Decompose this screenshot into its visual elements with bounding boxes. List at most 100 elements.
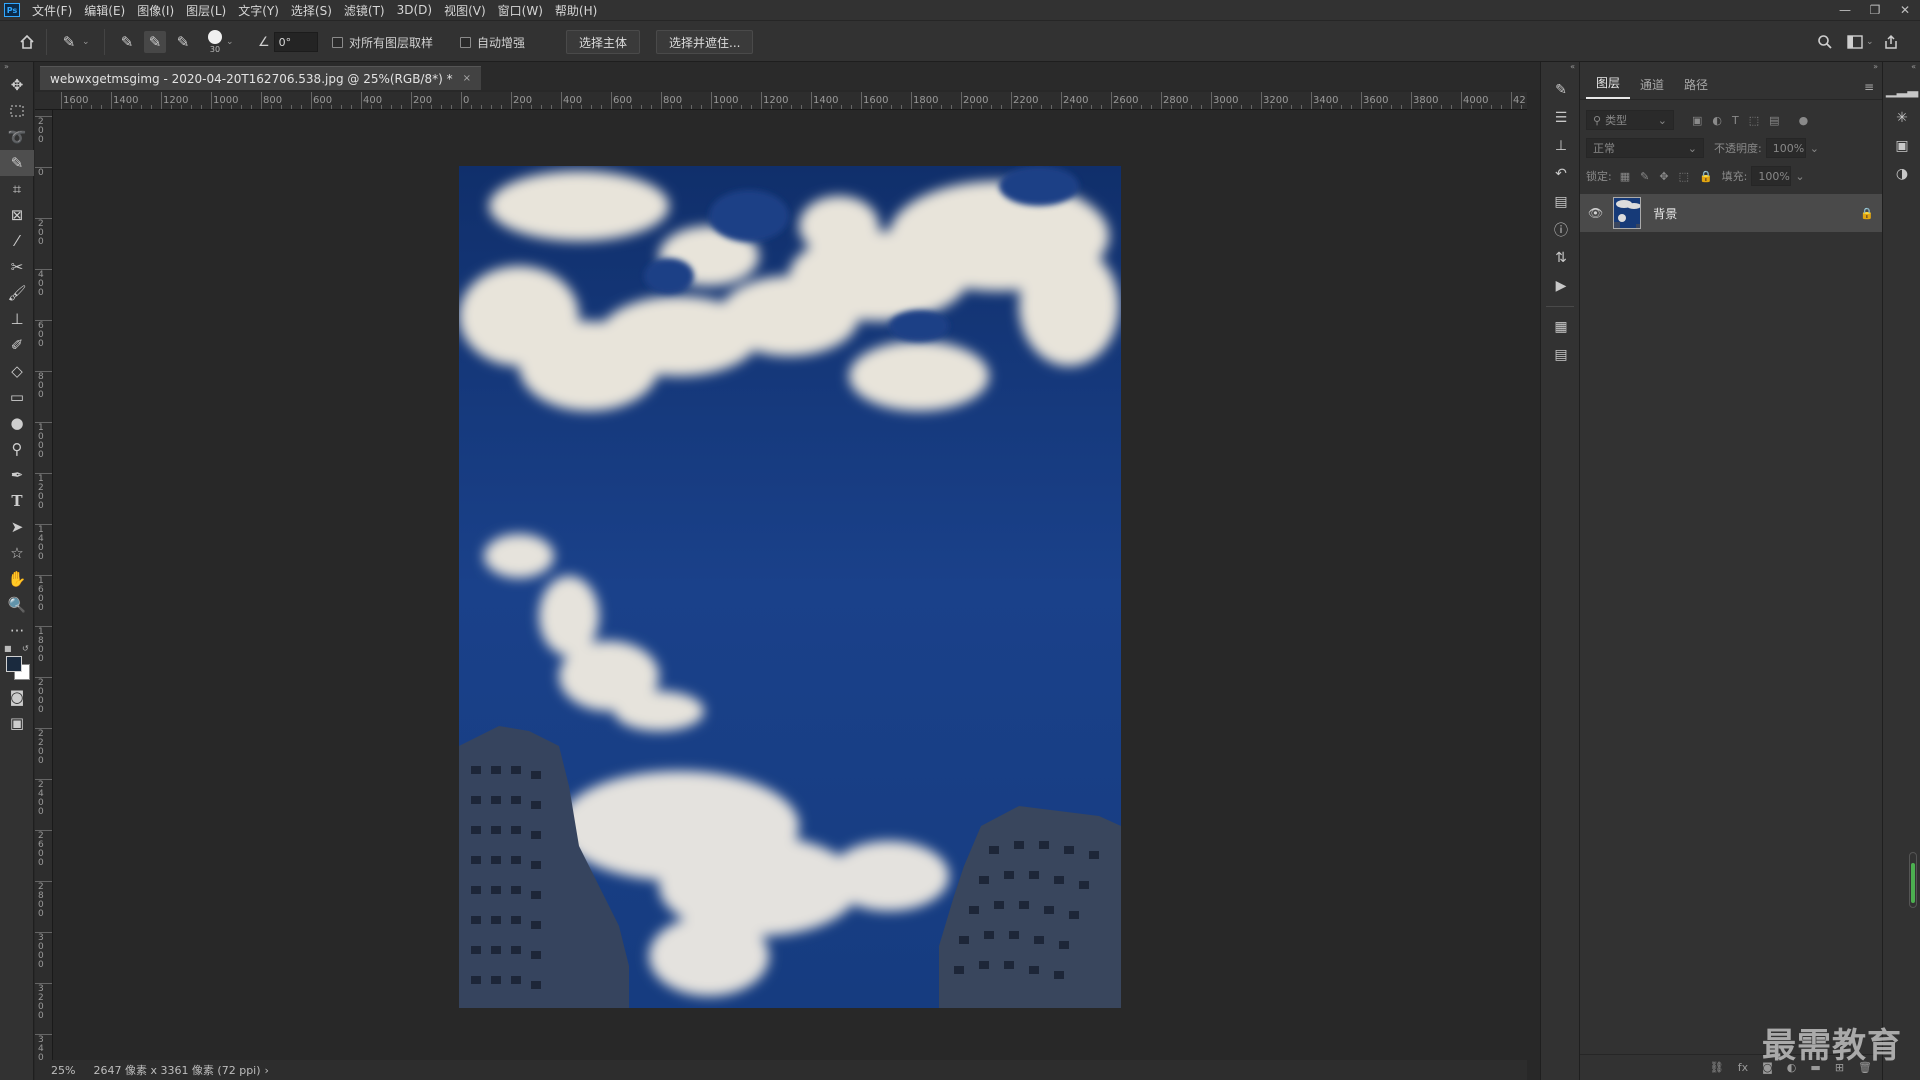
- add-to-selection-icon[interactable]: ✎: [144, 31, 166, 53]
- lock-artboard-icon[interactable]: ⬚: [1679, 170, 1689, 183]
- brush-tool-icon[interactable]: 🖌: [0, 280, 34, 306]
- adjustments-icon[interactable]: ☰: [1541, 104, 1581, 132]
- default-colors-icon[interactable]: ■: [4, 644, 12, 653]
- close-document-icon[interactable]: ×: [463, 73, 471, 84]
- vertical-ruler[interactable]: 2 0 0 0 2 0 0 4 0 0 6 0 0 8 0 0 1 0 0 0 1 2 0 0…: [35, 110, 53, 1060]
- tab-paths[interactable]: 路径: [1674, 76, 1718, 99]
- filter-pixel-icon[interactable]: ▣: [1692, 114, 1702, 127]
- menu-filter[interactable]: 滤镜(T): [338, 2, 391, 19]
- menu-help[interactable]: 帮助(H): [549, 2, 603, 19]
- horizontal-ruler[interactable]: 1600 1400 1200 1000 800 600 400 200 0 200 400 600 80…: [35, 92, 1527, 110]
- blend-mode-select[interactable]: 正常 ⌄: [1586, 138, 1704, 158]
- clone-stamp-tool-icon[interactable]: ⊥: [0, 306, 34, 332]
- swatches-icon[interactable]: ▣: [1883, 132, 1920, 160]
- select-subject-button[interactable]: 选择主体: [566, 30, 641, 54]
- menu-3d[interactable]: 3D(D): [391, 3, 438, 17]
- layer-style-icon[interactable]: fx: [1738, 1061, 1748, 1074]
- filter-smart-object-icon[interactable]: ▤: [1769, 114, 1779, 127]
- pen-tool-icon[interactable]: ✒: [0, 462, 34, 488]
- clone-source-icon[interactable]: ⊥: [1541, 132, 1581, 160]
- opacity-input[interactable]: 100%: [1765, 138, 1806, 158]
- swap-colors-icon[interactable]: ↺: [22, 644, 29, 653]
- filter-adjustment-icon[interactable]: ◐: [1712, 114, 1722, 127]
- chevron-down-icon[interactable]: ⌄: [226, 37, 234, 47]
- hand-tool-icon[interactable]: ✋: [0, 566, 34, 592]
- menu-window[interactable]: 窗口(W): [492, 2, 549, 19]
- scroll-indicator[interactable]: [1909, 852, 1917, 908]
- properties-icon[interactable]: ▤: [1541, 188, 1581, 216]
- notes-icon[interactable]: ▤: [1541, 341, 1581, 369]
- chevron-down-icon[interactable]: ⌄: [82, 37, 90, 47]
- filter-toggle-icon[interactable]: ●: [1799, 114, 1809, 127]
- restore-button[interactable]: ❐: [1860, 0, 1890, 20]
- minimize-button[interactable]: —: [1830, 0, 1860, 20]
- screen-mode-icon[interactable]: ▣: [0, 710, 34, 736]
- brush-settings-icon[interactable]: ✎: [1541, 76, 1581, 104]
- zoom-level[interactable]: 25%: [51, 1064, 75, 1077]
- status-arrow-icon[interactable]: ›: [265, 1064, 269, 1077]
- document-tab[interactable]: webwxgetmsgimg - 2020-04-20T162706.538.j…: [40, 66, 481, 90]
- brush-size-picker[interactable]: 30: [208, 30, 222, 54]
- menu-select[interactable]: 选择(S): [285, 2, 338, 19]
- menu-layer[interactable]: 图层(L): [180, 2, 232, 19]
- marquee-tool-icon[interactable]: [0, 98, 34, 124]
- share-icon[interactable]: [1880, 31, 1902, 53]
- navigator-icon[interactable]: ✳: [1883, 104, 1920, 132]
- fill-input[interactable]: 100%: [1751, 166, 1792, 186]
- channels-icon[interactable]: ⇅: [1541, 244, 1581, 272]
- layer-row[interactable]: 👁 背景 🔒: [1580, 194, 1882, 232]
- lock-transparent-icon[interactable]: ▦: [1620, 170, 1630, 183]
- menu-view[interactable]: 视图(V): [438, 2, 492, 19]
- visibility-eye-icon[interactable]: 👁: [1588, 206, 1603, 220]
- zoom-tool-icon[interactable]: 🔍: [0, 592, 34, 618]
- menu-type[interactable]: 文字(Y): [232, 2, 285, 19]
- libraries-icon[interactable]: ▦: [1541, 313, 1581, 341]
- menu-file[interactable]: 文件(F): [26, 2, 78, 19]
- filter-type-icon[interactable]: T: [1732, 114, 1739, 127]
- sample-all-layers-checkbox[interactable]: [332, 36, 343, 48]
- auto-enhance-checkbox[interactable]: [460, 36, 471, 48]
- foreground-color-swatch[interactable]: [6, 656, 22, 672]
- link-layers-icon[interactable]: ⛓: [1710, 1061, 1724, 1074]
- history-brush-tool-icon[interactable]: ✐: [0, 332, 34, 358]
- home-icon[interactable]: [16, 31, 38, 53]
- collapse-icon[interactable]: «: [1883, 62, 1920, 76]
- path-selection-tool-icon[interactable]: ➤: [0, 514, 34, 540]
- crop-tool-icon[interactable]: ⌗: [0, 176, 34, 202]
- select-and-mask-button[interactable]: 选择并遮住...: [656, 30, 754, 54]
- chevron-down-icon[interactable]: ⌄: [1866, 37, 1874, 47]
- tab-layers[interactable]: 图层: [1586, 74, 1631, 99]
- close-window-button[interactable]: ✕: [1890, 0, 1920, 20]
- new-selection-icon[interactable]: ✎: [116, 31, 138, 53]
- lock-image-icon[interactable]: ✎: [1640, 170, 1649, 183]
- frame-tool-icon[interactable]: ⊠: [0, 202, 34, 228]
- history-icon[interactable]: ↶: [1541, 160, 1581, 188]
- info-icon[interactable]: ⓘ: [1541, 216, 1581, 244]
- panel-menu-icon[interactable]: ≡: [1864, 80, 1874, 94]
- subtract-from-selection-icon[interactable]: ✎: [172, 31, 194, 53]
- lock-all-icon[interactable]: 🔒: [1699, 170, 1713, 183]
- dodge-tool-icon[interactable]: ⚲: [0, 436, 34, 462]
- more-tools-icon[interactable]: ···: [0, 618, 34, 644]
- tab-channels[interactable]: 通道: [1630, 76, 1674, 99]
- layer-name[interactable]: 背景: [1653, 205, 1677, 222]
- collapse-icon[interactable]: »: [0, 62, 33, 72]
- healing-brush-tool-icon[interactable]: ✂: [0, 254, 34, 280]
- lock-icon[interactable]: 🔒: [1860, 207, 1874, 220]
- move-tool-icon[interactable]: ✥: [0, 72, 34, 98]
- shape-tool-icon[interactable]: ☆: [0, 540, 34, 566]
- workspace-icon[interactable]: [1844, 31, 1866, 53]
- layer-filter-select[interactable]: ⚲ 类型 ⌄: [1586, 110, 1674, 130]
- tool-preset-picker-icon[interactable]: ✎: [58, 31, 80, 53]
- type-tool-icon[interactable]: T: [0, 488, 34, 514]
- blur-tool-icon[interactable]: ●: [0, 410, 34, 436]
- collapse-icon[interactable]: «: [1541, 62, 1579, 76]
- lock-position-icon[interactable]: ✥: [1659, 170, 1668, 183]
- eyedropper-tool-icon[interactable]: ⁄: [0, 228, 34, 254]
- chevron-down-icon[interactable]: ⌄: [1810, 142, 1819, 155]
- actions-play-icon[interactable]: ▶: [1541, 272, 1581, 300]
- filter-shape-icon[interactable]: ⬚: [1749, 114, 1759, 127]
- color-swatches[interactable]: ■ ↺: [0, 644, 33, 684]
- menu-image[interactable]: 图像(I): [131, 2, 180, 19]
- quick-mask-icon[interactable]: ◙: [0, 684, 34, 710]
